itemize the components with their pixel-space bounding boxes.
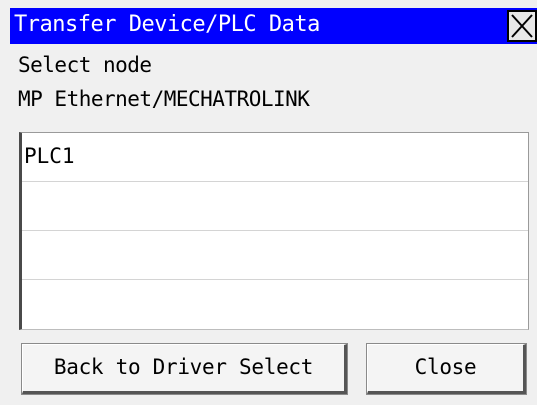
back-to-driver-select-button[interactable]: Back to Driver Select (22, 344, 347, 394)
close-window-button[interactable] (507, 10, 537, 42)
node-list-item[interactable] (22, 182, 528, 231)
transfer-dialog: Transfer Device/PLC Data Select node MP … (0, 0, 537, 405)
title-bar: Transfer Device/PLC Data (10, 8, 537, 44)
node-list-item[interactable] (22, 280, 528, 329)
node-list-item[interactable]: PLC1 (22, 133, 528, 182)
close-x-icon (511, 14, 533, 38)
driver-name-label: MP Ethernet/MECHATROLINK (18, 87, 310, 111)
select-node-label: Select node (18, 53, 152, 77)
node-list-item[interactable] (22, 231, 528, 280)
close-button[interactable]: Close (367, 344, 526, 394)
window-title: Transfer Device/PLC Data (14, 12, 320, 37)
node-list-item-label: PLC1 (24, 144, 75, 168)
node-list: PLC1 (19, 132, 529, 330)
